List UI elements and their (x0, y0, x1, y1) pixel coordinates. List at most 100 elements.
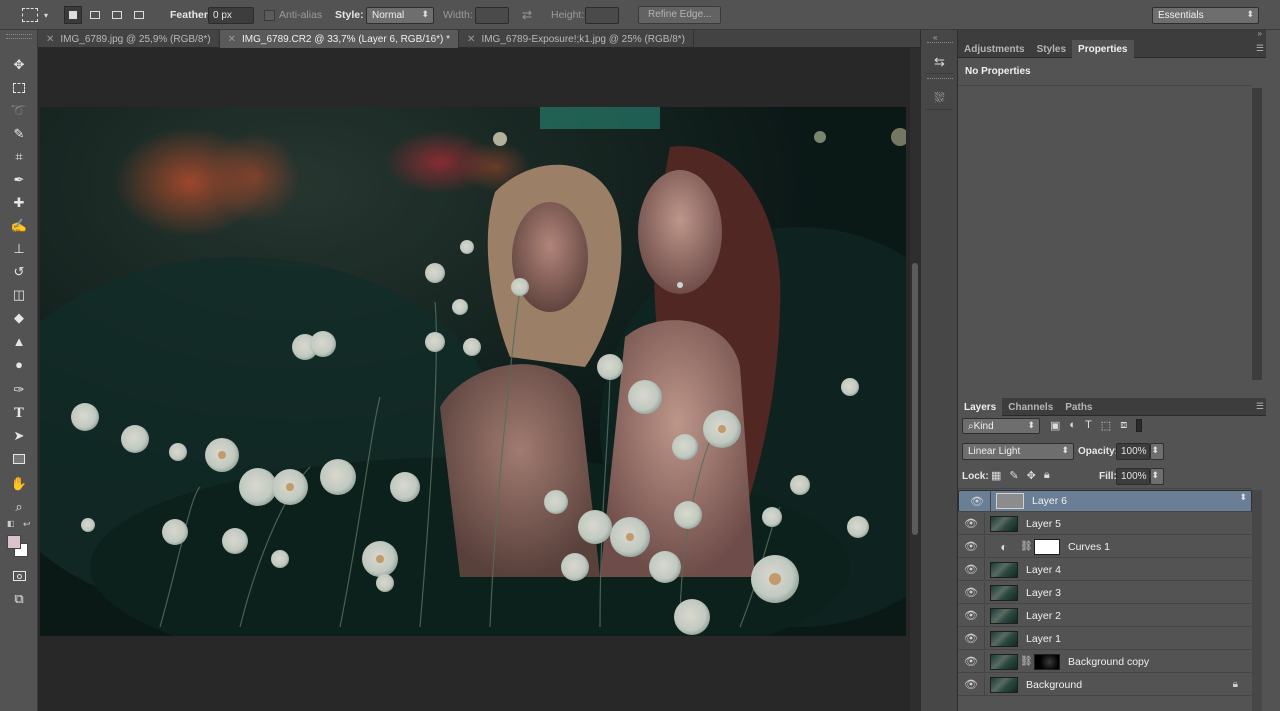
hand-tool-icon[interactable]: ✋ (9, 474, 29, 494)
layer-row[interactable]: 👁︎ Layer 1 (958, 627, 1252, 650)
blur-tool-icon[interactable]: ▲ (9, 331, 29, 351)
document-image[interactable] (40, 107, 906, 636)
pen-tool-icon[interactable]: ✑ (9, 380, 29, 400)
subtract-selection-button[interactable] (108, 6, 126, 24)
tab-adjustments[interactable]: Adjustments (958, 40, 1031, 58)
visibility-eye-icon[interactable]: 👁︎ (958, 517, 984, 530)
layer-row[interactable]: 👁︎ ◐ ⛓︎ Curves 1 (958, 535, 1252, 558)
lock-image-icon[interactable]: ✎ (1009, 469, 1018, 482)
visibility-eye-icon[interactable]: 👁︎ (958, 563, 984, 576)
lasso-tool-icon[interactable]: ➰ (9, 101, 29, 121)
layer-row[interactable]: 👁︎ Layer 5 (958, 512, 1252, 535)
layers-scrollbar[interactable] (1252, 490, 1262, 711)
filter-toggle[interactable] (1136, 419, 1143, 432)
style-select[interactable]: Normal (366, 6, 434, 24)
antialias-checkbox[interactable] (264, 9, 275, 21)
properties-scrollbar[interactable] (1252, 88, 1262, 380)
blend-mode-select[interactable]: Linear Light (962, 443, 1074, 460)
layer-row[interactable]: 👁︎ ⛓︎ Background copy (958, 650, 1252, 673)
new-selection-button[interactable] (64, 6, 82, 24)
lock-transparent-icon[interactable]: ▦ (991, 469, 1001, 482)
healing-brush-icon[interactable]: ✚ (9, 193, 29, 213)
zoom-tool-icon[interactable]: ⌕ (9, 497, 29, 517)
tab-paths[interactable]: Paths (1059, 398, 1098, 416)
smart-object-filter-icon[interactable]: ⧈ (1120, 419, 1127, 432)
visibility-eye-icon[interactable]: 👁︎ (958, 540, 984, 553)
tab-layers[interactable]: Layers (958, 398, 1003, 416)
layer-row[interactable]: 👁︎ Layer 4 (958, 558, 1252, 581)
screen-mode-icon[interactable]: ⧉ (9, 589, 29, 609)
pixel-filter-icon[interactable]: ▣ (1050, 419, 1060, 432)
visibility-eye-icon[interactable]: 👁︎ (958, 655, 984, 668)
layer-row[interactable]: 👁︎ Background 🔒︎ (958, 673, 1252, 696)
swap-dimensions-icon[interactable]: ⇄ (522, 8, 532, 22)
move-tool-icon[interactable]: ✥ (9, 55, 29, 75)
lock-position-icon[interactable]: ✥ (1027, 469, 1036, 482)
foreground-color-swatch[interactable] (7, 535, 21, 549)
type-filter-icon[interactable]: T (1085, 419, 1092, 432)
refine-edge-button[interactable]: Refine Edge... (638, 6, 722, 24)
workspace-select[interactable]: Essentials (1152, 6, 1259, 24)
layer-mask-thumbnail[interactable] (1034, 538, 1060, 555)
width-input[interactable] (475, 6, 509, 24)
shape-filter-icon[interactable]: ⬚ (1101, 419, 1111, 432)
history-panel-icon[interactable]: ⇆ (926, 50, 953, 74)
panel-grip[interactable] (6, 34, 32, 39)
marquee-tool-icon[interactable] (9, 78, 29, 98)
quick-mask-icon[interactable] (9, 566, 29, 586)
type-tool-icon[interactable]: T (9, 403, 29, 423)
quick-select-tool-icon[interactable]: ✎ (9, 124, 29, 144)
height-input[interactable] (585, 6, 619, 24)
scrollbar-thumb[interactable] (912, 263, 918, 535)
mask-link-icon[interactable]: ⛓︎ (1020, 541, 1033, 552)
clone-stamp-icon[interactable]: ⊥ (9, 239, 29, 259)
panel-grip[interactable] (927, 42, 953, 46)
canvas-scrollbar[interactable] (910, 48, 920, 711)
visibility-eye-icon[interactable]: 👁︎ (964, 495, 990, 508)
collapse-panels-icon[interactable]: » (1258, 29, 1262, 38)
doc-tab[interactable]: ✕ IMG_6789-Exposure!;k1.jpg @ 25% (RGB/8*… (459, 30, 695, 48)
fill-slider-toggle[interactable] (1150, 468, 1164, 485)
adjustment-filter-icon[interactable]: ◐ (1069, 419, 1076, 432)
fill-input[interactable]: 100% (1116, 468, 1150, 485)
close-tab-icon[interactable]: ✕ (228, 34, 236, 45)
paint-bucket-icon[interactable]: ◆ (9, 308, 29, 328)
intersect-selection-button[interactable] (130, 6, 148, 24)
eyedropper-tool-icon[interactable]: ✒ (9, 170, 29, 190)
marquee-preset-picker[interactable]: ▾ (22, 0, 48, 30)
eraser-tool-icon[interactable]: ◫ (9, 285, 29, 305)
swap-colors-icon[interactable]: ↩ (23, 519, 31, 530)
layer-filter-select[interactable]: ⌕Kind (962, 418, 1040, 434)
opacity-slider-toggle[interactable] (1150, 443, 1164, 460)
mask-link-icon[interactable]: ⛓︎ (1020, 656, 1033, 667)
history-brush-icon[interactable]: ↺ (9, 262, 29, 282)
doc-tab[interactable]: ✕ IMG_6789.jpg @ 25,9% (RGB/8*) (38, 30, 220, 48)
brush-tool-icon[interactable]: ✍ (9, 216, 29, 236)
feather-input[interactable]: 0 px (208, 6, 254, 24)
visibility-eye-icon[interactable]: 👁︎ (958, 632, 984, 645)
tab-styles[interactable]: Styles (1031, 40, 1072, 58)
layer-row[interactable]: 👁︎ Layer 6 (958, 490, 1252, 512)
rectangle-tool-icon[interactable] (9, 449, 29, 469)
expand-panels-icon[interactable]: « (933, 33, 937, 42)
panel-grip[interactable] (927, 78, 953, 82)
layer-mask-thumbnail[interactable] (1034, 653, 1060, 670)
visibility-eye-icon[interactable]: 👁︎ (958, 609, 984, 622)
clone-source-panel-icon[interactable]: ⛆ (926, 86, 953, 110)
layer-row[interactable]: 👁︎ Layer 2 (958, 604, 1252, 627)
panel-menu-icon[interactable]: ☰ (1256, 401, 1264, 412)
path-select-icon[interactable]: ➤ (9, 426, 29, 446)
tab-properties[interactable]: Properties (1072, 40, 1134, 58)
visibility-eye-icon[interactable]: 👁︎ (958, 586, 984, 599)
crop-tool-icon[interactable]: ⌗ (9, 147, 29, 167)
opacity-input[interactable]: 100% (1116, 443, 1150, 460)
close-tab-icon[interactable]: ✕ (46, 34, 54, 45)
default-colors-icon[interactable]: ◧ (7, 519, 15, 528)
canvas-area[interactable] (38, 48, 910, 711)
tab-channels[interactable]: Channels (1002, 398, 1059, 416)
close-tab-icon[interactable]: ✕ (467, 34, 475, 45)
visibility-eye-icon[interactable]: 👁︎ (958, 678, 984, 691)
panel-menu-icon[interactable]: ☰ (1256, 43, 1264, 54)
add-to-selection-button[interactable] (86, 6, 104, 24)
dodge-tool-icon[interactable]: ● (9, 354, 29, 374)
